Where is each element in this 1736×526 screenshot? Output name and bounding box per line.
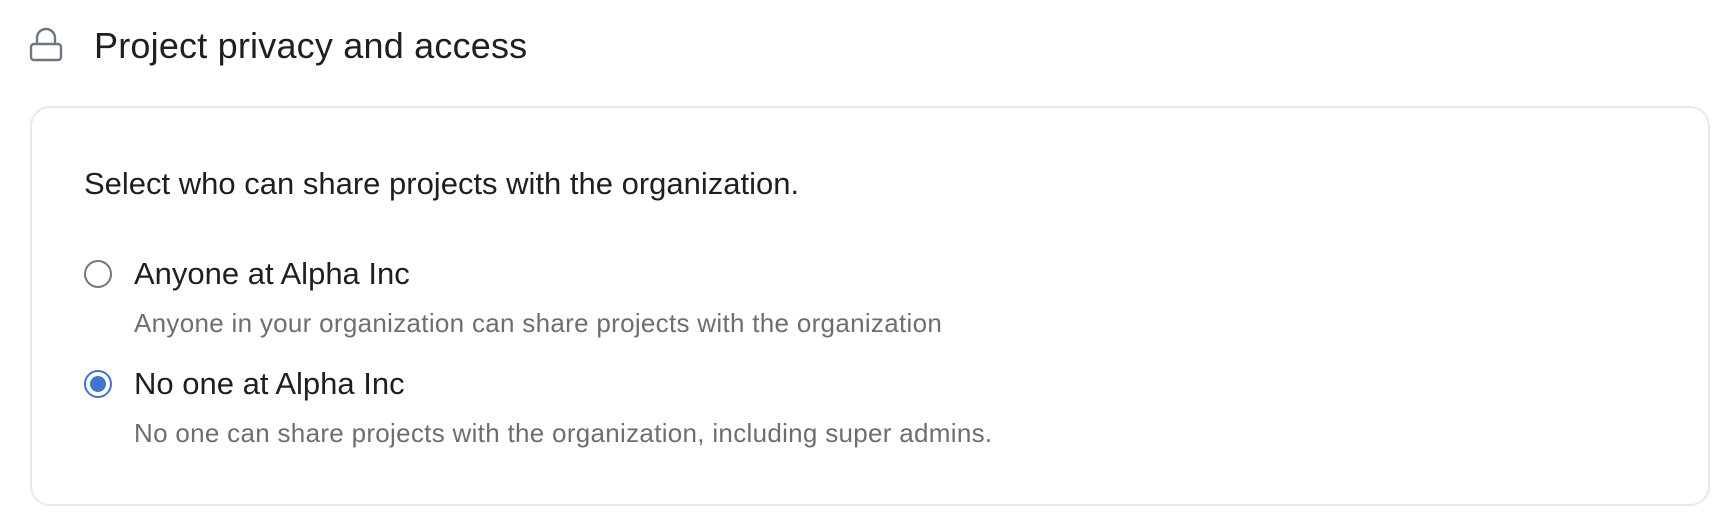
sharing-prompt: Select who can share projects with the o… — [84, 166, 800, 201]
radio-anyone[interactable] — [84, 260, 112, 288]
lock-icon — [28, 26, 64, 66]
option-anyone-description: Anyone in your organization can share pr… — [134, 308, 943, 338]
radio-no-one[interactable] — [84, 370, 112, 398]
section-header: Project privacy and access — [28, 22, 527, 70]
section-title: Project privacy and access — [94, 25, 528, 66]
option-anyone-label[interactable]: Anyone at Alpha Inc — [134, 256, 410, 292]
option-no-one-description: No one can share projects with the organ… — [134, 418, 993, 448]
sharing-settings-card: Select who can share projects with the o… — [30, 106, 1710, 506]
option-no-one-label[interactable]: No one at Alpha Inc — [134, 366, 405, 402]
